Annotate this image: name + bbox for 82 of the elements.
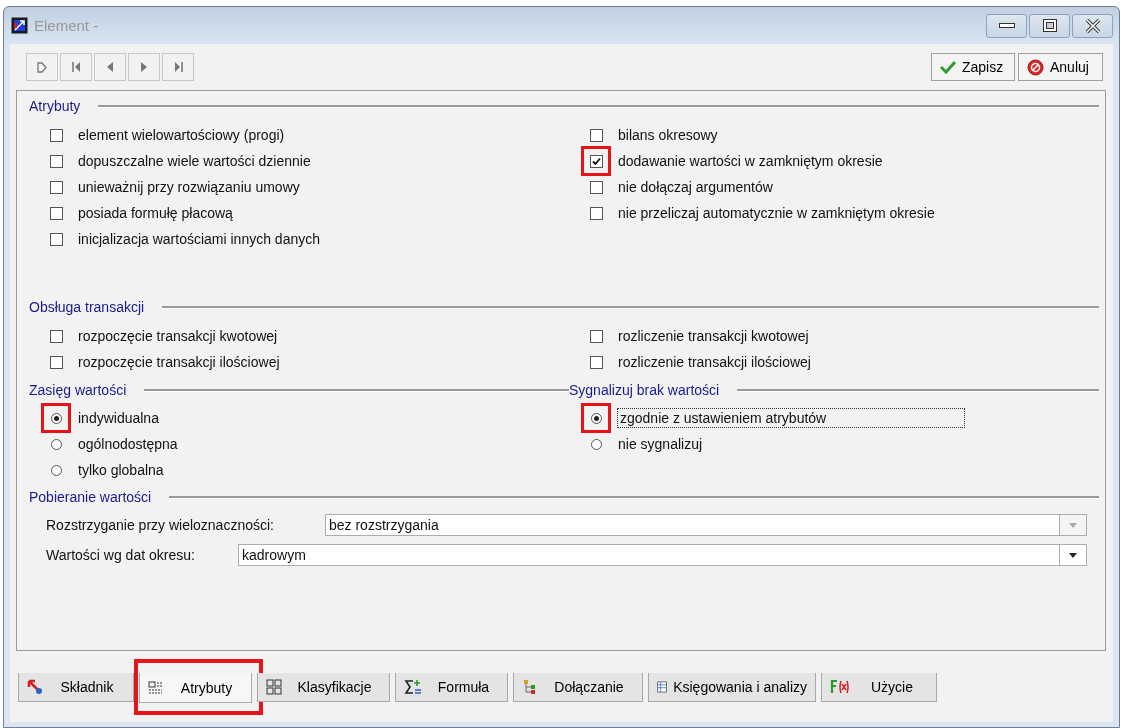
tab[interactable]: Składnik xyxy=(18,673,134,702)
minimize-button[interactable] xyxy=(986,13,1027,38)
radio-button[interactable] xyxy=(50,438,62,450)
close-icon xyxy=(1084,18,1101,33)
checkbox-label: unieważnij przy rozwiązaniu umowy xyxy=(78,179,300,195)
checkbox[interactable] xyxy=(49,232,63,246)
radio-label: indywidualna xyxy=(78,410,159,426)
nav-button[interactable] xyxy=(162,53,194,81)
checkbox[interactable] xyxy=(49,154,63,168)
checkbox[interactable] xyxy=(589,180,603,194)
tab[interactable]: Klasyfikacje xyxy=(257,673,390,702)
table-icon xyxy=(657,679,668,695)
dropdown-field[interactable]: kadrowym xyxy=(238,544,1087,566)
field-label: Wartości wg dat okresu: xyxy=(46,547,195,563)
section-title: Obsługa transakcji xyxy=(29,299,145,315)
arrow-icon xyxy=(27,679,43,695)
checkbox-label: rozliczenie transakcji ilościowej xyxy=(618,354,811,370)
grid-icon xyxy=(266,679,282,695)
previous-record-icon xyxy=(107,62,113,72)
close-button[interactable] xyxy=(1072,13,1113,38)
radio-button[interactable] xyxy=(590,438,602,450)
nav-button[interactable] xyxy=(94,53,126,81)
maximize-icon xyxy=(1042,19,1057,32)
next-record-icon xyxy=(141,62,147,72)
checkbox-label: rozpoczęcie transakcji ilościowej xyxy=(78,354,280,370)
checkbox[interactable] xyxy=(49,355,63,369)
save-button[interactable]: Zapisz xyxy=(931,53,1015,81)
checkbox-label: dodawanie wartości w zamkniętym okresie xyxy=(618,153,883,169)
tab[interactable]: Księgowania i analizy xyxy=(648,673,816,702)
sigma-icon xyxy=(404,679,422,695)
radio-button[interactable] xyxy=(590,412,602,424)
last-record-icon xyxy=(173,62,183,72)
tree-icon xyxy=(522,679,538,695)
tab[interactable]: Formuła xyxy=(395,673,508,702)
section-title: Atrybuty xyxy=(29,98,81,114)
checkbox-label: element wielowartościowy (progi) xyxy=(78,127,285,143)
radio-label: nie sygnalizuj xyxy=(618,436,703,452)
new-record-icon xyxy=(37,61,47,73)
radio-label: tylko globalna xyxy=(78,462,164,478)
minimize-icon xyxy=(998,22,1015,29)
tab[interactable]: Użycie xyxy=(821,673,937,702)
checkbox-label: nie przeliczaj automatycznie w zamkniętym okresie xyxy=(618,205,935,221)
checkbox-label: nie dołączaj argumentów xyxy=(618,179,773,195)
checkbox[interactable] xyxy=(589,128,603,142)
app-icon xyxy=(11,17,28,34)
checkmark-icon xyxy=(940,60,956,74)
section-title: Pobieranie wartości xyxy=(29,489,152,505)
radio-label: ogólnodostępna xyxy=(78,436,178,452)
cancel-button[interactable]: Anuluj xyxy=(1018,53,1103,81)
checkbox[interactable] xyxy=(49,180,63,194)
checkbox-label: inicjalizacja wartościami innych danych xyxy=(78,231,320,247)
radio-label: zgodnie z ustawieniem atrybutów xyxy=(618,409,965,427)
window-title: Element - xyxy=(34,17,100,34)
nav-button[interactable] xyxy=(128,53,160,81)
checkbox[interactable] xyxy=(49,329,63,343)
function-icon xyxy=(830,680,850,694)
tab[interactable]: Dołączanie xyxy=(513,673,643,702)
checkbox-label: rozpoczęcie transakcji kwotowej xyxy=(78,328,278,344)
checkbox-label: rozliczenie transakcji kwotowej xyxy=(618,328,809,344)
checkbox[interactable] xyxy=(49,128,63,142)
first-record-icon xyxy=(71,62,81,72)
section-title: Zasięg wartości xyxy=(29,382,127,398)
cancel-icon xyxy=(1027,58,1044,76)
radio-button[interactable] xyxy=(50,464,62,476)
nav-button[interactable] xyxy=(26,53,58,81)
maximize-button[interactable] xyxy=(1029,13,1070,38)
checkbox[interactable] xyxy=(49,206,63,220)
dropdown-arrow-icon xyxy=(1069,522,1077,528)
checkbox[interactable] xyxy=(589,355,603,369)
radio-button[interactable] xyxy=(50,412,62,424)
checkbox[interactable] xyxy=(589,329,603,343)
field-label: Rozstrzyganie przy wieloznaczności: xyxy=(46,517,274,533)
checkbox[interactable] xyxy=(589,206,603,220)
dropdown-arrow-icon xyxy=(1069,552,1077,558)
section-title: Sygnalizuj brak wartości xyxy=(569,382,720,398)
checkbox[interactable] xyxy=(589,154,603,168)
nav-button[interactable] xyxy=(60,53,92,81)
list-icon xyxy=(148,679,164,696)
checkbox-label: bilans okresowy xyxy=(618,127,718,143)
checkbox-label: posiada formułę płacową xyxy=(78,205,233,221)
tab[interactable]: Atrybuty xyxy=(139,673,252,703)
checkbox-label: dopuszczalne wiele wartości dziennie xyxy=(78,153,311,169)
